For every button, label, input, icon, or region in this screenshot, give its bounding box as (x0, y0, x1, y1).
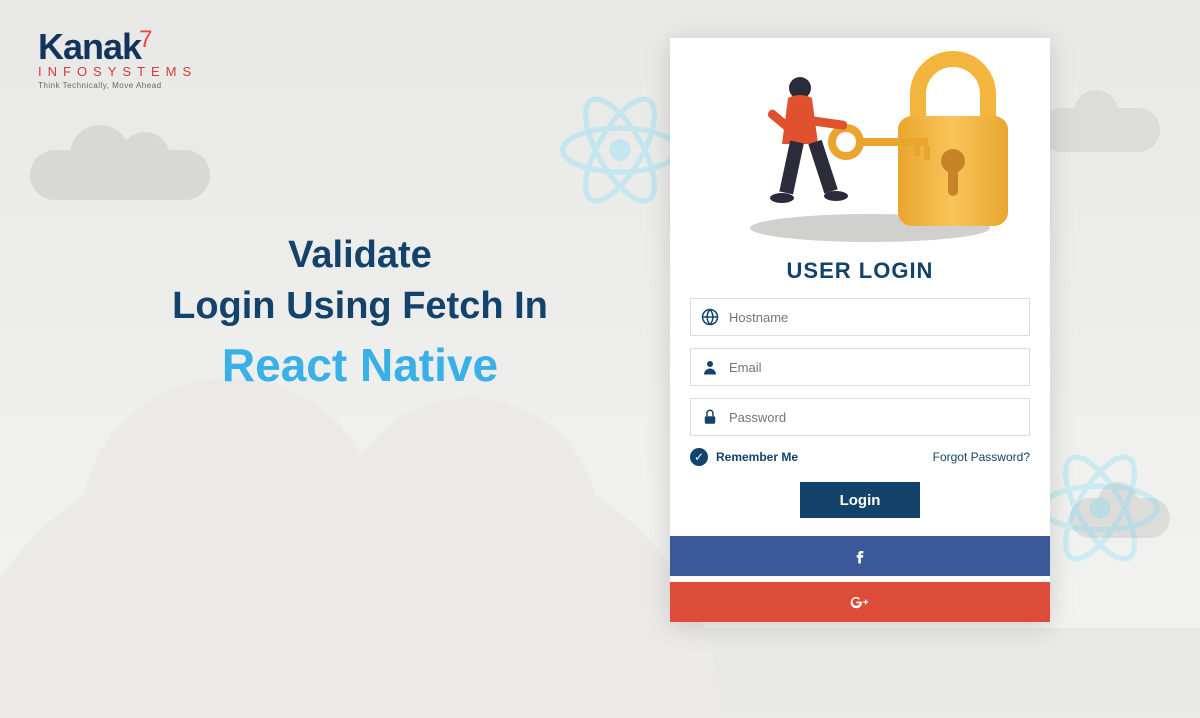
login-card: USER LOGIN ✓ Remember Me Forgot Password… (670, 38, 1050, 622)
hostname-field-wrap (690, 298, 1030, 336)
cloud-deco (30, 150, 210, 200)
headline-line-1: Validate (90, 230, 630, 281)
google-plus-icon (850, 592, 870, 612)
remember-me-label: Remember Me (716, 450, 798, 464)
headline-accent: React Native (90, 333, 630, 397)
password-input[interactable] (729, 410, 1019, 425)
lock-icon (701, 408, 719, 426)
react-icon (560, 90, 680, 210)
remember-me-toggle[interactable]: ✓ Remember Me (690, 448, 798, 466)
forgot-password-link[interactable]: Forgot Password? (933, 450, 1030, 464)
check-icon: ✓ (690, 448, 708, 466)
brand-name: Kanak (38, 26, 141, 67)
hostname-input[interactable] (729, 310, 1019, 325)
google-login-button[interactable] (670, 582, 1050, 622)
cloud-deco (0, 458, 720, 718)
globe-icon (701, 308, 719, 326)
react-icon (1040, 448, 1160, 568)
user-icon (701, 358, 719, 376)
brand-sub: INFOSYSTEMS (38, 64, 197, 79)
brand-logo: Kanak7 INFOSYSTEMS Think Technically, Mo… (38, 26, 197, 90)
facebook-login-button[interactable] (670, 536, 1050, 576)
password-field-wrap (690, 398, 1030, 436)
headline-block: Validate Login Using Fetch In React Nati… (90, 230, 630, 397)
card-title: USER LOGIN (670, 258, 1050, 284)
cloud-deco (1040, 108, 1160, 152)
login-button[interactable]: Login (800, 482, 920, 518)
login-illustration (670, 46, 1050, 246)
brand-tagline: Think Technically, Move Ahead (38, 81, 197, 90)
headline-line-2: Login Using Fetch In (90, 281, 630, 332)
facebook-icon (850, 546, 870, 566)
email-field-wrap (690, 348, 1030, 386)
email-input[interactable] (729, 360, 1019, 375)
